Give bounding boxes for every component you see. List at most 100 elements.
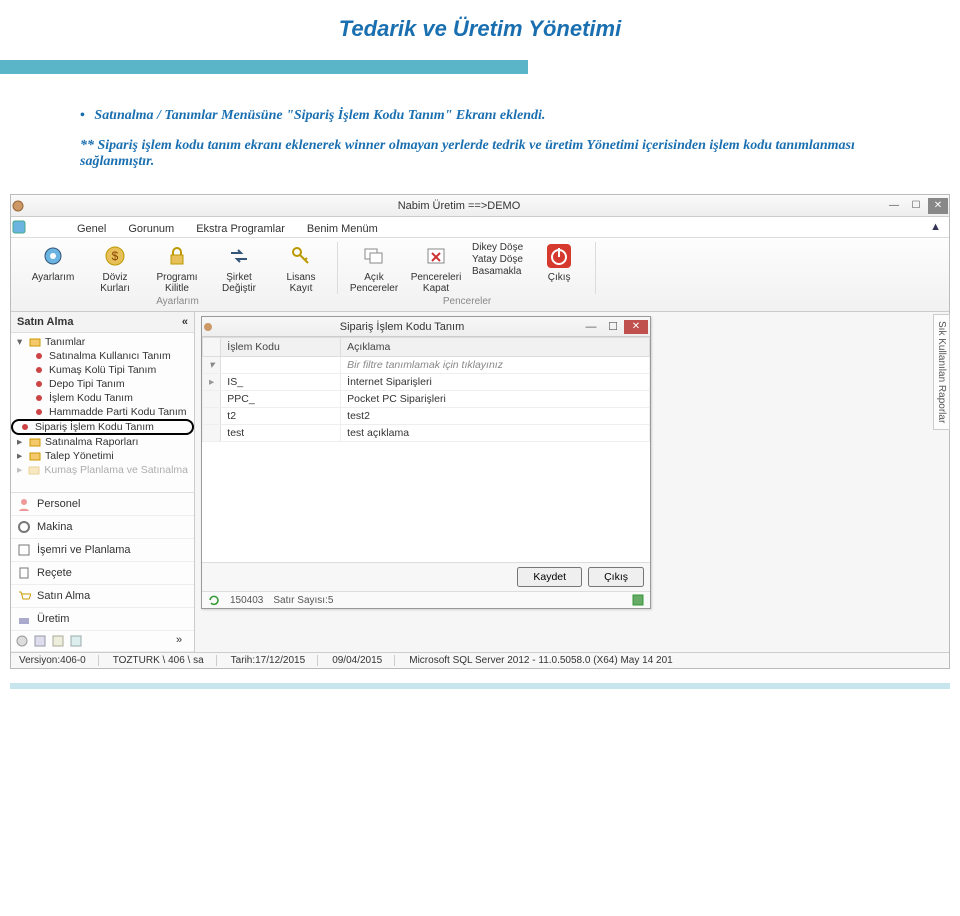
toolbar-icon-3[interactable] xyxy=(51,634,65,648)
child-close-button[interactable]: ✕ xyxy=(624,320,648,334)
sidebar-item-satinalma-kullanici[interactable]: Satınalma Kullanıcı Tanım xyxy=(11,349,194,363)
child-maximize-button[interactable]: ☐ xyxy=(602,320,624,333)
sidebar-title: Satın Alma xyxy=(17,316,73,328)
table-row[interactable]: PPC_Pocket PC Siparişleri xyxy=(203,391,650,408)
currency-icon: $ xyxy=(101,242,129,270)
folder-icon xyxy=(28,464,40,476)
ribbon-btn-kilitle[interactable]: Programı Kilitle xyxy=(151,242,203,294)
status-date: 150403 xyxy=(230,595,263,606)
status-sql: Microsoft SQL Server 2012 - 11.0.5058.0 … xyxy=(409,655,684,666)
child-exit-button[interactable]: Çıkış xyxy=(588,567,644,587)
toolbar-icon-2[interactable] xyxy=(33,634,47,648)
page-title: Tedarik ve Üretim Yönetimi xyxy=(339,16,621,41)
col-aciklama[interactable]: Açıklama xyxy=(341,338,650,357)
folder-icon xyxy=(29,336,41,348)
sidebar-item-satinalma-raporlari[interactable]: ▸Satınalma Raporları xyxy=(11,435,194,449)
ribbon-group-caption-ayarlarim: Ayarlarım xyxy=(17,294,338,307)
sidebar-item-talep-yonetimi[interactable]: ▸Talep Yönetimi xyxy=(11,449,194,463)
status-user: TOZTURK \ 406 \ sa xyxy=(113,655,217,666)
windows-open-icon xyxy=(360,242,388,270)
child-minimize-button[interactable]: — xyxy=(580,321,602,333)
sidebar-item-siparis-islem-kodu[interactable]: Sipariş İşlem Kodu Tanım xyxy=(11,419,194,435)
ribbon-collapse-icon[interactable]: ▲ xyxy=(922,221,949,233)
ribbon-btn-lisans[interactable]: Lisans Kayıt xyxy=(275,242,327,294)
sidebar-item-depo-tipi[interactable]: Depo Tipi Tanım xyxy=(11,377,194,391)
nav-recete[interactable]: Reçete xyxy=(11,562,194,585)
status-date2: 09/04/2015 xyxy=(332,655,395,666)
sidebar-item-tanimlar[interactable]: ▾ Tanımlar xyxy=(11,335,194,349)
nav-satin-alma[interactable]: Satın Alma xyxy=(11,585,194,608)
toolbar-chevron-icon[interactable]: » xyxy=(176,634,190,648)
nav-isemri[interactable]: İşemri ve Planlama xyxy=(11,539,194,562)
toolbar-icon-1[interactable] xyxy=(15,634,29,648)
ribbon-tab-benim[interactable]: Benim Menüm xyxy=(303,221,382,237)
recipe-icon xyxy=(17,566,31,580)
leaf-icon xyxy=(33,350,45,362)
ribbon-group-caption-pencereler: Pencereler xyxy=(338,294,596,307)
leaf-icon xyxy=(33,406,45,418)
page-edge xyxy=(10,683,950,689)
sidebar-item-hammadde-parti[interactable]: Hammadde Parti Kodu Tanım xyxy=(11,405,194,419)
power-icon xyxy=(545,242,573,270)
title-underline xyxy=(0,60,528,74)
sidebar-collapse-icon[interactable]: « xyxy=(182,316,188,328)
status-version: Versiyon:406-0 xyxy=(19,655,99,666)
sidebar-item-kumas-planlama[interactable]: ▸Kumaş Planlama ve Satınalma xyxy=(11,463,194,477)
status-refresh-icon[interactable] xyxy=(208,594,220,606)
key-icon xyxy=(287,242,315,270)
table-row[interactable]: testtest açıklama xyxy=(203,425,650,442)
detail-text: ** Sipariş işlem kodu tanım ekranı eklen… xyxy=(80,138,900,170)
vertical-tab-sik-kullanilan[interactable]: Sık Kullanılan Raporlar xyxy=(933,314,950,430)
minimize-button[interactable]: — xyxy=(884,198,904,214)
cart-icon xyxy=(17,589,31,603)
plan-icon xyxy=(17,543,31,557)
filter-rowhead[interactable]: ▾ xyxy=(203,357,221,374)
gear-blue-icon xyxy=(39,242,67,270)
leaf-icon xyxy=(19,421,31,433)
nav-personel[interactable]: Personel xyxy=(11,493,194,516)
person-icon xyxy=(17,497,31,511)
table-row[interactable]: t2test2 xyxy=(203,408,650,425)
child-title: Sipariş İşlem Kodu Tanım xyxy=(224,321,580,333)
ribbon-btn-pencereleri-kapat[interactable]: Pencereleri Kapat xyxy=(410,242,462,294)
app-title: Nabim Üretim ==>DEMO xyxy=(35,200,883,212)
toolbar-icon-4[interactable] xyxy=(69,634,83,648)
leaf-icon xyxy=(33,378,45,390)
sidebar-item-islem-kodu[interactable]: İşlem Kodu Tanım xyxy=(11,391,194,405)
ribbon-btn-ayarlarim[interactable]: Ayarlarım xyxy=(27,242,79,283)
ribbon-btn-basamakla[interactable]: Basamakla xyxy=(472,266,523,277)
ribbon-btn-dikey[interactable]: Dikey Döşe xyxy=(472,242,523,253)
ribbon-btn-cikis[interactable]: Çıkış xyxy=(533,242,585,283)
save-button[interactable]: Kaydet xyxy=(517,567,582,587)
leaf-icon xyxy=(33,392,45,404)
table-row[interactable]: ▸IS_İnternet Siparişleri xyxy=(203,374,650,391)
nav-makina[interactable]: Makina xyxy=(11,516,194,539)
close-button[interactable]: ✕ xyxy=(928,198,948,214)
maximize-button[interactable]: ☐ xyxy=(906,198,926,214)
leaf-icon xyxy=(33,364,45,376)
svg-text:$: $ xyxy=(112,249,119,263)
ribbon-tab-gorunum[interactable]: Gorunum xyxy=(124,221,178,237)
ribbon-tab-genel[interactable]: Genel xyxy=(73,221,110,237)
col-islem-kodu[interactable]: İşlem Kodu xyxy=(221,338,341,357)
sidebar: Satın Alma « ▾ Tanımlar Satınalma Kullan… xyxy=(11,312,195,652)
ribbon-btn-acik-pencereler[interactable]: Açık Pencereler xyxy=(348,242,400,294)
filter-hint[interactable]: Bir filtre tanımlamak için tıklayınız xyxy=(341,357,650,374)
ribbon-btn-yatay[interactable]: Yatay Döşe xyxy=(472,254,523,265)
sidebar-item-kumas-kolu[interactable]: Kumaş Kolü Tipi Tanım xyxy=(11,363,194,377)
status-count: Satır Sayısı:5 xyxy=(273,595,333,606)
ribbon-appmenu-icon[interactable] xyxy=(11,219,39,235)
folder-icon xyxy=(29,450,41,462)
data-grid[interactable]: İşlem Kodu Açıklama ▾ Bir filtre tanımla… xyxy=(202,337,650,442)
filter-cell[interactable] xyxy=(221,357,341,374)
cog-icon xyxy=(17,520,31,534)
ribbon-tab-ekstra[interactable]: Ekstra Programlar xyxy=(192,221,289,237)
status-excel-icon[interactable] xyxy=(632,594,644,606)
app-icon xyxy=(11,199,35,213)
ribbon-btn-sirket[interactable]: Şirket Değiştir xyxy=(213,242,265,294)
child-icon xyxy=(202,321,224,333)
status-date: Tarih:17/12/2015 xyxy=(231,655,319,666)
nav-uretim[interactable]: Üretim xyxy=(11,608,194,631)
ribbon-btn-doviz[interactable]: $ Döviz Kurları xyxy=(89,242,141,294)
lock-icon xyxy=(163,242,191,270)
